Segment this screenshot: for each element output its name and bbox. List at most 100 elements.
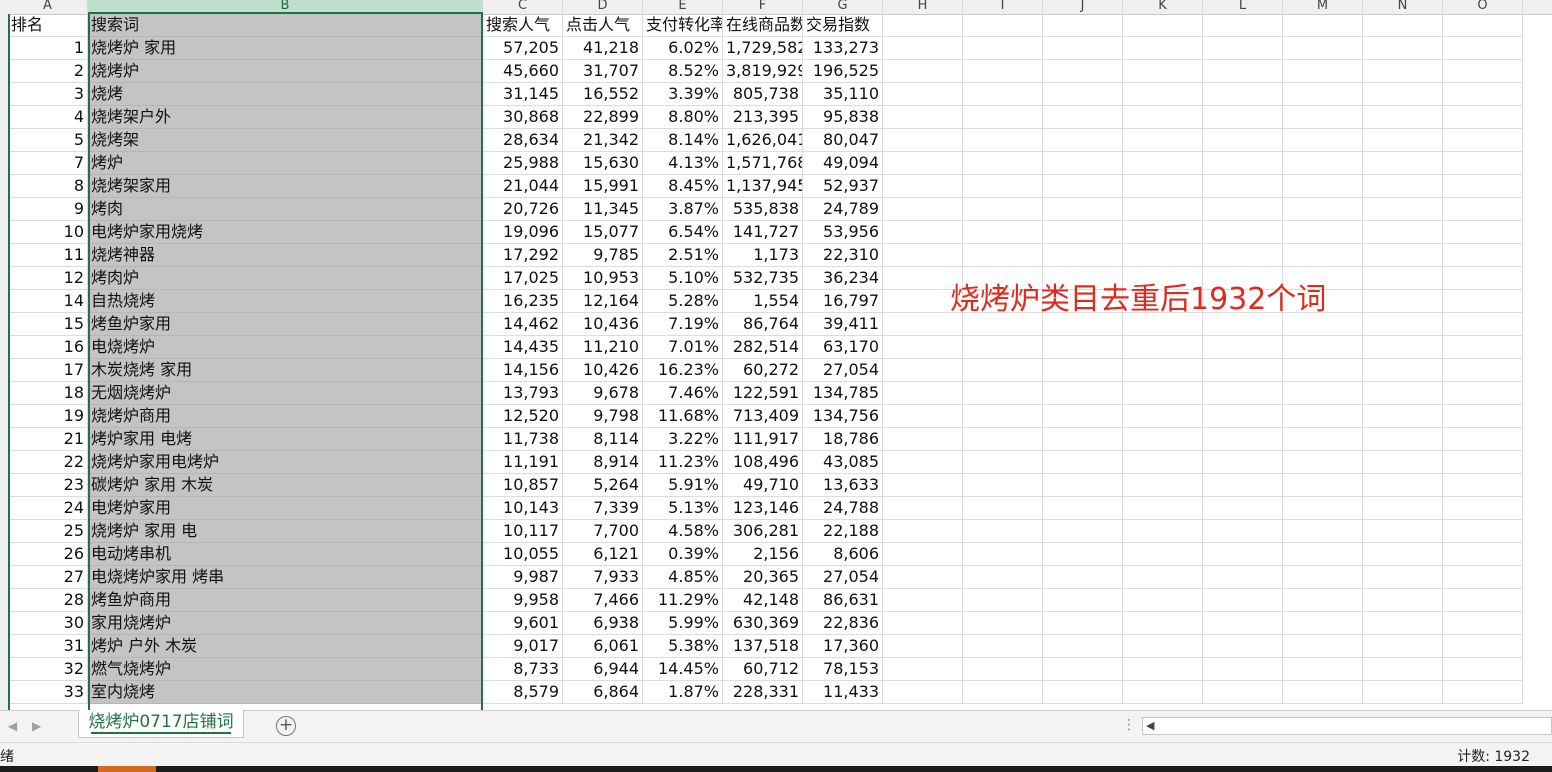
cell-k[interactable]: [1123, 221, 1203, 244]
cell-c[interactable]: 17,292: [483, 244, 563, 267]
cell-d[interactable]: 9,798: [563, 405, 643, 428]
cell-h[interactable]: [883, 129, 963, 152]
cell-d[interactable]: 9,785: [563, 244, 643, 267]
cell-h[interactable]: [883, 612, 963, 635]
cell-g[interactable]: 27,054: [803, 359, 883, 382]
cell-c[interactable]: 14,156: [483, 359, 563, 382]
cell-g[interactable]: 63,170: [803, 336, 883, 359]
cell-j[interactable]: [1043, 14, 1123, 37]
cell-e[interactable]: 1.87%: [643, 681, 723, 704]
cell-o[interactable]: [1443, 543, 1523, 566]
cell-i[interactable]: [963, 221, 1043, 244]
cell-j[interactable]: [1043, 543, 1123, 566]
cell-d[interactable]: 8,914: [563, 451, 643, 474]
cell-l[interactable]: [1203, 405, 1283, 428]
cell-a[interactable]: 12: [8, 267, 88, 290]
cell-h[interactable]: [883, 681, 963, 704]
cell-g[interactable]: 134,756: [803, 405, 883, 428]
cell-d[interactable]: 7,466: [563, 589, 643, 612]
cell-a[interactable]: 4: [8, 106, 88, 129]
cell-k[interactable]: [1123, 60, 1203, 83]
cell-f[interactable]: 282,514: [723, 336, 803, 359]
cell-d[interactable]: 6,938: [563, 612, 643, 635]
column-header-C[interactable]: C: [483, 0, 563, 14]
cell-j[interactable]: [1043, 681, 1123, 704]
cell-c[interactable]: 10,857: [483, 474, 563, 497]
cell-l[interactable]: [1203, 589, 1283, 612]
cell-b[interactable]: 烧烤炉: [88, 60, 483, 83]
cell-j[interactable]: [1043, 60, 1123, 83]
cell-k[interactable]: [1123, 520, 1203, 543]
cell-h[interactable]: [883, 520, 963, 543]
cell-n[interactable]: [1363, 520, 1443, 543]
cell-h[interactable]: [883, 221, 963, 244]
tab-splitter-icon[interactable]: ⋮: [1122, 717, 1136, 733]
cell-l[interactable]: [1203, 221, 1283, 244]
cell-f[interactable]: 123,146: [723, 497, 803, 520]
cell-o[interactable]: [1443, 497, 1523, 520]
cell-i[interactable]: [963, 60, 1043, 83]
cell-b[interactable]: 烧烤炉 家用: [88, 37, 483, 60]
cell-g[interactable]: 35,110: [803, 83, 883, 106]
cell-a[interactable]: 1: [8, 37, 88, 60]
cell-a[interactable]: 28: [8, 589, 88, 612]
cell-g[interactable]: 36,234: [803, 267, 883, 290]
cell-g[interactable]: 16,797: [803, 290, 883, 313]
cell-f[interactable]: 60,272: [723, 359, 803, 382]
cell-m[interactable]: [1283, 474, 1363, 497]
cell-a[interactable]: 32: [8, 658, 88, 681]
cell-m[interactable]: [1283, 129, 1363, 152]
cell-j[interactable]: [1043, 566, 1123, 589]
cell-l[interactable]: [1203, 658, 1283, 681]
cell-m[interactable]: [1283, 382, 1363, 405]
cell-n[interactable]: [1363, 382, 1443, 405]
cell-i[interactable]: [963, 474, 1043, 497]
cell-n[interactable]: [1363, 152, 1443, 175]
cell-f[interactable]: 60,712: [723, 658, 803, 681]
cell-m[interactable]: [1283, 589, 1363, 612]
cell-k[interactable]: [1123, 359, 1203, 382]
cell-j[interactable]: [1043, 175, 1123, 198]
column-header-H[interactable]: H: [883, 0, 963, 14]
cell-f[interactable]: 1,571,768: [723, 152, 803, 175]
cell-g[interactable]: 196,525: [803, 60, 883, 83]
cell-i[interactable]: [963, 428, 1043, 451]
cell-j[interactable]: [1043, 129, 1123, 152]
column-header-O[interactable]: O: [1443, 0, 1523, 14]
cell-f[interactable]: 805,738: [723, 83, 803, 106]
column-header-J[interactable]: J: [1043, 0, 1123, 14]
cell-c[interactable]: 21,044: [483, 175, 563, 198]
cell-m[interactable]: [1283, 428, 1363, 451]
cell-k[interactable]: [1123, 658, 1203, 681]
cell-m[interactable]: [1283, 520, 1363, 543]
cell-k[interactable]: [1123, 405, 1203, 428]
cell-o[interactable]: [1443, 244, 1523, 267]
cell-j[interactable]: [1043, 635, 1123, 658]
cell-e[interactable]: 5.13%: [643, 497, 723, 520]
cell-m[interactable]: [1283, 175, 1363, 198]
cell-m[interactable]: [1283, 14, 1363, 37]
cell-d[interactable]: 6,121: [563, 543, 643, 566]
cell-e[interactable]: 4.85%: [643, 566, 723, 589]
cell-o[interactable]: [1443, 129, 1523, 152]
cell-f[interactable]: 535,838: [723, 198, 803, 221]
cell-e[interactable]: 8.45%: [643, 175, 723, 198]
cell-l[interactable]: [1203, 106, 1283, 129]
cell-c[interactable]: 45,660: [483, 60, 563, 83]
cell-m[interactable]: [1283, 658, 1363, 681]
cell-m[interactable]: [1283, 359, 1363, 382]
cell-a[interactable]: 18: [8, 382, 88, 405]
cell-b[interactable]: 木炭烧烤 家用: [88, 359, 483, 382]
cell-i[interactable]: [963, 681, 1043, 704]
cell-n[interactable]: [1363, 543, 1443, 566]
cell-b[interactable]: 烤肉炉: [88, 267, 483, 290]
cell-f[interactable]: 213,395: [723, 106, 803, 129]
cell-i[interactable]: [963, 589, 1043, 612]
cell-c[interactable]: 搜索人气: [483, 14, 563, 37]
cell-b[interactable]: 室内烧烤: [88, 681, 483, 704]
cell-m[interactable]: [1283, 83, 1363, 106]
cell-f[interactable]: 141,727: [723, 221, 803, 244]
cell-a[interactable]: 24: [8, 497, 88, 520]
cell-l[interactable]: [1203, 152, 1283, 175]
cell-m[interactable]: [1283, 543, 1363, 566]
